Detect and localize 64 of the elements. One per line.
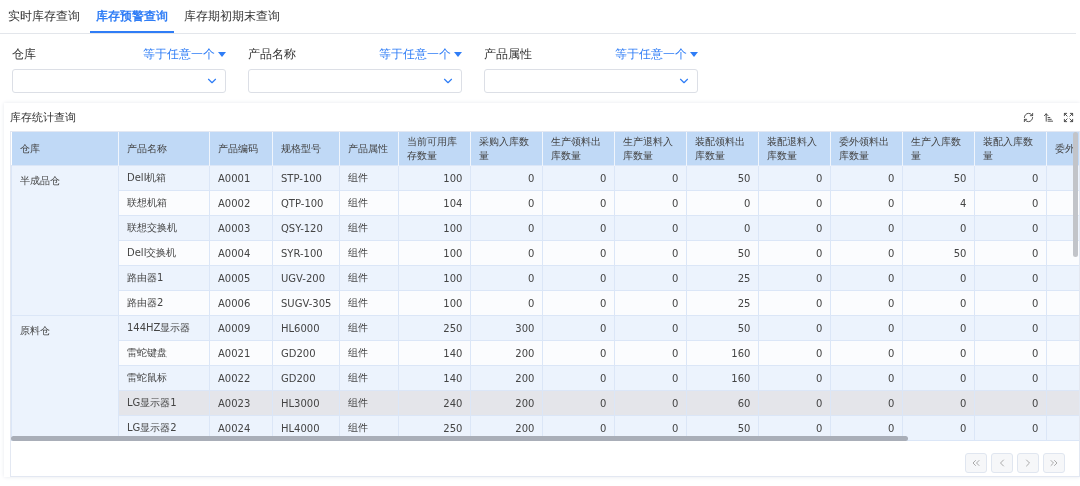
tab[interactable]: 实时库存查询 — [2, 0, 86, 33]
table-cell: 0 — [542, 165, 615, 191]
last-page-button[interactable] — [1043, 453, 1065, 473]
table-cell: A0001 — [209, 165, 273, 191]
first-page-button[interactable] — [965, 453, 987, 473]
table-cell: 0 — [758, 165, 831, 191]
operator-dropdown[interactable]: 等于任意一个 — [379, 46, 462, 63]
table-cell: 半成品仓 — [11, 165, 119, 316]
next-page-button[interactable] — [1017, 453, 1039, 473]
table-cell: LG显示器1 — [118, 390, 210, 416]
select-field[interactable] — [248, 69, 462, 93]
table-cell: 雷蛇鼠标 — [118, 365, 210, 391]
column-header: 生产退料入库数量 — [614, 132, 687, 166]
table-cell: 0 — [974, 165, 1047, 191]
sort-icon[interactable] — [1043, 111, 1054, 123]
select-field[interactable] — [12, 69, 226, 93]
panel-title: 库存统计查询 — [10, 109, 76, 125]
fullscreen-icon[interactable] — [1063, 111, 1074, 123]
double-chevron-right-icon — [1048, 457, 1060, 469]
table-cell: 路由器2 — [118, 290, 210, 316]
column-header: 产品属性 — [339, 132, 399, 166]
column-header: 生产领料出库数量 — [542, 132, 615, 166]
filter-label: 产品属性 — [484, 46, 532, 63]
column-header: 产品编码 — [209, 132, 273, 166]
select-field[interactable] — [484, 69, 698, 93]
table-cell: Dell交换机 — [118, 240, 210, 266]
table-cell: 联想机箱 — [118, 190, 210, 216]
horizontal-scrollbar[interactable] — [11, 436, 908, 441]
table-cell: 组件 — [339, 165, 399, 191]
table-cell: 50 — [902, 165, 975, 191]
caret-icon — [690, 52, 698, 57]
column-header: 装配领料出库数量 — [686, 132, 759, 166]
table-cell: 144HZ显示器 — [118, 315, 210, 341]
column-header: 装配退料入库数量 — [758, 132, 831, 166]
table-cell: STP-100 — [272, 165, 340, 191]
filter-label: 仓库 — [12, 46, 36, 63]
table-cell: 雷蛇键盘 — [118, 340, 210, 366]
table-cell: 50 — [686, 165, 759, 191]
operator-dropdown[interactable]: 等于任意一个 — [143, 46, 226, 63]
caret-icon — [454, 52, 462, 57]
filter-label: 产品名称 — [248, 46, 296, 63]
column-header: 生产入库数量 — [902, 132, 975, 166]
table-cell: Dell机箱 — [118, 165, 210, 191]
column-header: 规格型号 — [272, 132, 340, 166]
table-cell: 0 — [470, 165, 543, 191]
caret-icon — [218, 52, 226, 57]
table-cell: 路由器1 — [118, 265, 210, 291]
table-cell: 联想交换机 — [118, 215, 210, 241]
column-header: 采购入库数量 — [470, 132, 543, 166]
table-cell: 100 — [398, 165, 471, 191]
double-chevron-left-icon — [970, 457, 982, 469]
tab[interactable]: 库存预警查询 — [90, 0, 174, 33]
column-header: 委外领料出库数量 — [830, 132, 903, 166]
tab[interactable]: 库存期初期末查询 — [178, 0, 286, 33]
operator-dropdown[interactable]: 等于任意一个 — [615, 46, 698, 63]
column-header: 仓库 — [11, 132, 119, 166]
vertical-scrollbar[interactable] — [1073, 132, 1078, 257]
column-header: 产品名称 — [118, 132, 210, 166]
column-header: 装配入库数量 — [974, 132, 1047, 166]
previous-page-button[interactable] — [991, 453, 1013, 473]
column-header: 当前可用库存数量 — [398, 132, 471, 166]
table-cell: 0 — [614, 165, 687, 191]
refresh-icon[interactable] — [1023, 111, 1034, 123]
table-cell: 0 — [830, 165, 903, 191]
